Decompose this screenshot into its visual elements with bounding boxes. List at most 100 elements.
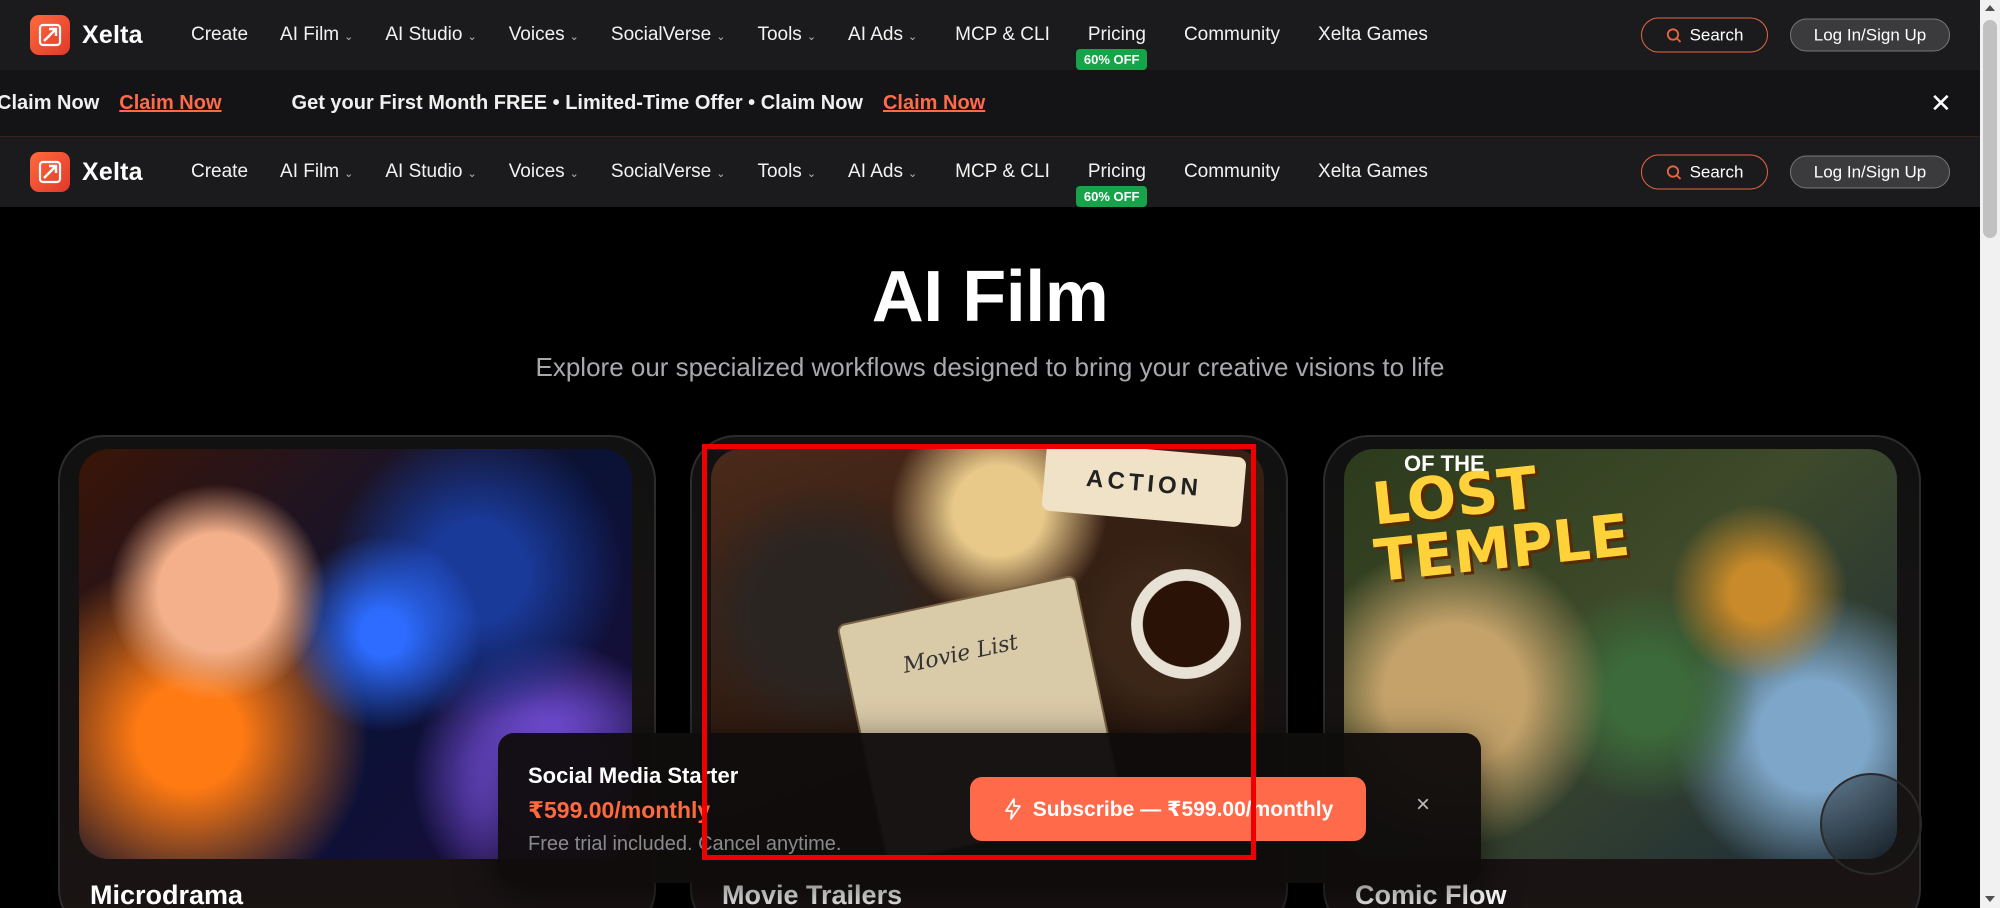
search-label: Search	[1689, 162, 1744, 181]
nav-item-socialverse[interactable]: SocialVerse ⌄	[611, 24, 726, 46]
search-button[interactable]: Search	[1641, 17, 1768, 53]
nav-item-label: AI Ads	[848, 161, 903, 182]
search-label: Search	[1689, 25, 1744, 44]
nav-item-create[interactable]: Create	[191, 24, 248, 46]
chevron-down-icon: ⌄	[467, 30, 477, 43]
nav-item-label: Xelta Games	[1318, 161, 1428, 182]
nav-item-ai-film[interactable]: AI Film ⌄	[280, 24, 353, 46]
coffee-cup-image	[1131, 569, 1241, 679]
nav-item-tools[interactable]: Tools ⌄	[757, 161, 816, 183]
chevron-down-icon: ⌄	[716, 30, 726, 43]
plan-price: ₹599.00/monthly	[528, 797, 711, 823]
subscribe-button[interactable]: Subscribe — ₹599.00/monthly	[970, 777, 1366, 841]
nav-item-ai-ads[interactable]: AI Ads ⌄	[848, 24, 917, 46]
nav-item-socialverse[interactable]: SocialVerse ⌄	[611, 161, 726, 183]
login-signup-button[interactable]: Log In/Sign Up	[1790, 155, 1950, 189]
nav-item-voices[interactable]: Voices ⌄	[509, 161, 579, 183]
nav-item-create[interactable]: Create	[191, 161, 248, 183]
scrollbar-thumb[interactable]	[1983, 20, 1997, 238]
notebook-title: Movie List	[900, 629, 1021, 679]
scroll-down-arrow-icon[interactable]	[1985, 896, 1995, 902]
nav-item-ai-film[interactable]: AI Film ⌄	[280, 161, 353, 183]
promo-text: er • Claim Now	[0, 91, 100, 114]
floating-help-button[interactable]	[1820, 773, 1922, 875]
chevron-down-icon: ⌄	[716, 167, 726, 180]
chevron-down-icon: ⌄	[806, 30, 817, 43]
brand-name: Xelta	[82, 157, 143, 186]
page-scrollbar[interactable]	[1980, 0, 2000, 908]
nav-item-community[interactable]: Community	[1184, 161, 1280, 183]
nav-item-label: AI Film	[280, 161, 340, 182]
nav-item-xelta-games[interactable]: Xelta Games	[1318, 24, 1428, 46]
subscribe-button-label: Subscribe — ₹599.00/monthly	[1032, 797, 1334, 821]
close-icon[interactable]: ✕	[1930, 90, 1952, 116]
page-subtitle: Explore our specialized workflows design…	[535, 352, 1445, 382]
chevron-down-icon: ⌄	[467, 167, 477, 180]
claim-now-link[interactable]: Claim Now	[119, 92, 221, 115]
nav-item-ai-studio[interactable]: AI Studio ⌄	[385, 24, 476, 46]
nav-item-label: AI Studio	[385, 161, 463, 182]
nav-item-label: SocialVerse	[610, 24, 712, 45]
nav-item-mcp-cli[interactable]: MCP & CLI	[955, 161, 1050, 183]
nav-item-label: AI Ads	[848, 24, 903, 45]
search-button[interactable]: Search	[1641, 154, 1768, 190]
sticky-navbar: Xelta Create AI Film ⌄ AI Studio ⌄ Voices ⌄…	[0, 137, 1980, 207]
nav-item-label: Community	[1183, 24, 1281, 45]
nav-item-label: Xelta Games	[1318, 24, 1428, 45]
nav-item-xelta-games[interactable]: Xelta Games	[1318, 161, 1428, 183]
discount-badge: 60% OFF	[1075, 186, 1148, 207]
nav-item-label: AI Film	[280, 24, 340, 45]
search-icon	[1666, 27, 1681, 43]
chevron-down-icon: ⌄	[344, 30, 354, 43]
nav-item-community[interactable]: Community	[1184, 24, 1280, 46]
search-icon	[1666, 164, 1681, 180]
top-navbar: Xelta Create AI Film ⌄ AI Studio ⌄ Voices ⌄…	[0, 0, 1980, 70]
login-signup-button[interactable]: Log In/Sign Up	[1790, 18, 1950, 52]
plan-note: Free trial included. Cancel anytime.	[528, 833, 842, 855]
xelta-logo-icon	[30, 152, 70, 192]
promo-track: er • Claim Now Claim Now Get your First …	[0, 70, 1055, 136]
page: Xelta Create AI Film ⌄ AI Studio ⌄ Voices ⌄…	[0, 0, 2000, 908]
nav-item-label: SocialVerse	[610, 161, 712, 182]
nav-item-label: Voices	[508, 161, 565, 182]
nav-item-voices[interactable]: Voices ⌄	[509, 24, 579, 46]
nav-item-pricing[interactable]: Pricing 60% OFF	[1075, 24, 1148, 70]
subscribe-popup: Social Media Starter ₹599.00/monthly Fre…	[498, 733, 1481, 883]
chevron-down-icon: ⌄	[907, 167, 918, 180]
nav-item-pricing[interactable]: Pricing 60% OFF	[1075, 161, 1148, 207]
nav-item-label: Pricing	[1087, 24, 1146, 45]
promo-banner: er • Claim Now Claim Now Get your First …	[0, 70, 1980, 137]
nav-item-tools[interactable]: Tools ⌄	[757, 24, 816, 46]
nav-item-label: Voices	[508, 24, 565, 45]
nav-item-mcp-cli[interactable]: MCP & CLI	[955, 24, 1050, 46]
nav-item-label: MCP & CLI	[955, 24, 1050, 45]
chevron-down-icon: ⌄	[806, 167, 817, 180]
nav-item-ai-ads[interactable]: AI Ads ⌄	[848, 161, 917, 183]
card-title: Movie Trailers	[722, 880, 903, 908]
lightning-icon	[1004, 798, 1021, 820]
nav-item-label: MCP & CLI	[955, 161, 1050, 182]
nav-menu: Create AI Film ⌄ AI Studio ⌄ Voices ⌄ Socia…	[191, 137, 1428, 207]
scroll-up-arrow-icon[interactable]	[1985, 5, 1995, 11]
xelta-logo-icon	[30, 15, 70, 55]
claim-now-link[interactable]: Claim Now	[883, 92, 985, 115]
discount-badge: 60% OFF	[1075, 49, 1148, 70]
chevron-down-icon: ⌄	[344, 167, 354, 180]
nav-item-ai-studio[interactable]: AI Studio ⌄	[385, 161, 476, 183]
page-title: AI Film	[871, 257, 1109, 337]
close-icon[interactable]: ×	[1416, 793, 1430, 817]
nav-item-label: Create	[191, 161, 249, 182]
plan-name: Social Media Starter	[528, 763, 739, 788]
brand-name: Xelta	[82, 20, 143, 49]
nav-item-label: Tools	[757, 161, 802, 182]
card-title: Microdrama	[90, 880, 244, 908]
action-sign-image: ACTION	[1041, 449, 1247, 528]
nav-item-label: Create	[191, 24, 249, 45]
chevron-down-icon: ⌄	[907, 30, 918, 43]
brand-logo[interactable]: Xelta	[30, 15, 143, 55]
brand-logo[interactable]: Xelta	[30, 152, 143, 192]
nav-item-label: AI Studio	[385, 24, 463, 45]
nav-menu: Create AI Film ⌄ AI Studio ⌄ Voices ⌄ Socia…	[191, 0, 1428, 70]
nav-item-label: Pricing	[1087, 161, 1146, 182]
nav-item-label: Community	[1183, 161, 1281, 182]
